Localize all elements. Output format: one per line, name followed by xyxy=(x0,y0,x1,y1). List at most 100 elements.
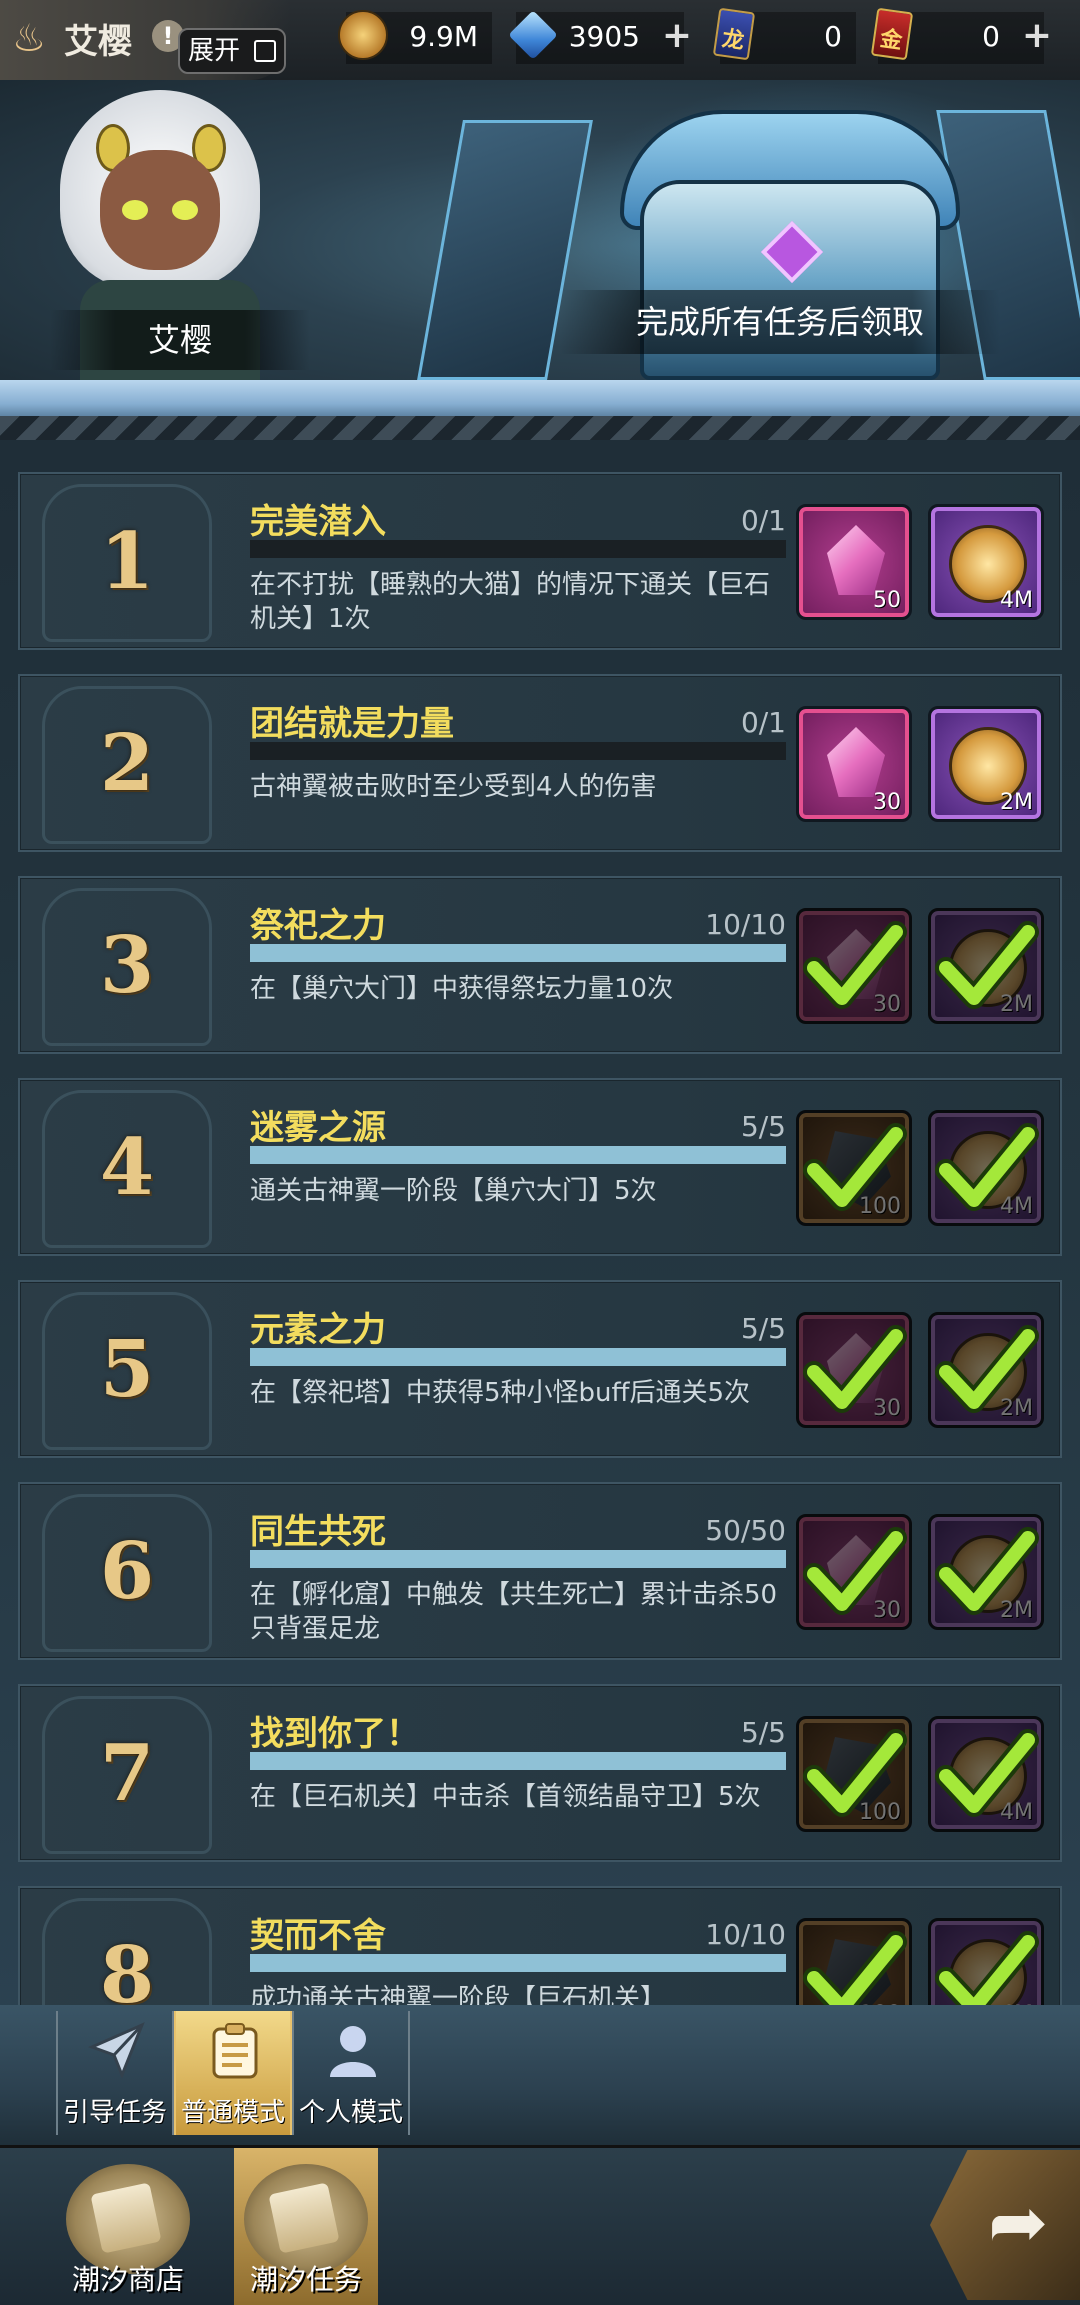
reward-amount: 2M xyxy=(1000,790,1033,815)
task-progress-bar xyxy=(250,1550,786,1568)
task-progress-fill xyxy=(250,944,786,962)
portrait-name: 艾樱 xyxy=(50,310,310,370)
task-number: 2 xyxy=(99,718,155,809)
task-progress-bar xyxy=(250,1348,786,1366)
pink-crystal-icon xyxy=(827,1535,885,1605)
add-crystal-button[interactable]: + xyxy=(662,18,692,54)
task-row[interactable]: 3 祭祀之力 10/10 在【巢穴大门】中获得祭坛力量10次 30 2M xyxy=(18,876,1062,1054)
tab-label: 个人模式 xyxy=(298,2098,403,2128)
task-progress-fill xyxy=(250,1348,786,1366)
dark-crystal-icon xyxy=(821,1939,891,2005)
task-row[interactable]: 5 元素之力 5/5 在【祭祀塔】中获得5种小怪buff后通关5次 30 2M xyxy=(18,1280,1062,1458)
task-row[interactable]: 4 迷雾之源 5/5 通关古神翼一阶段【巢穴大门】5次 100 4M xyxy=(18,1078,1062,1256)
task-description: 在不打扰【睡熟的大猫】的情况下通关【巨石机关】1次 xyxy=(250,570,771,634)
reward-slot[interactable]: 30 xyxy=(796,706,912,822)
reward-slot[interactable]: 30 xyxy=(796,908,912,1024)
clipboard-icon xyxy=(212,2023,258,2079)
pink-crystal-icon xyxy=(827,1333,885,1403)
gold-currency: 9.9M xyxy=(338,10,492,64)
gold-card-glyph: 金 xyxy=(878,26,904,55)
nav-tide-shop[interactable]: 潮汐商店 xyxy=(56,2148,200,2305)
expand-button[interactable]: 展开 xyxy=(178,28,286,74)
task-description: 在【巨石机关】中击杀【首领结晶守卫】5次 xyxy=(250,1782,761,1812)
reward-amount: 2M xyxy=(1000,992,1033,1017)
task-description: 在【祭祀塔】中获得5种小怪buff后通关5次 xyxy=(250,1378,750,1408)
reward-amount: 100 xyxy=(859,1194,901,1219)
mode-tab-bar: 引导任务 普通模式 个人模式 xyxy=(0,2005,1080,2145)
task-count: 10/10 xyxy=(705,908,786,941)
tab-normal-mode[interactable]: 普通模式 xyxy=(174,2011,292,2135)
reward-amount: 30 xyxy=(873,790,901,815)
reward-slot[interactable]: 2M xyxy=(928,908,1044,1024)
task-number: 8 xyxy=(99,1930,155,2005)
task-number: 5 xyxy=(99,1324,155,1415)
task-row[interactable]: 1 完美潜入 0/1 在不打扰【睡熟的大猫】的情况下通关【巨石机关】1次 50 4M xyxy=(18,472,1062,650)
gold-card-icon: 金 xyxy=(870,7,914,61)
task-count: 50/50 xyxy=(705,1514,786,1547)
reward-slot[interactable]: 2M xyxy=(928,1514,1044,1630)
reward-amount: 30 xyxy=(873,1598,901,1623)
reward-slot[interactable]: 100 xyxy=(796,1110,912,1226)
task-row[interactable]: 6 同生共死 50/50 在【孵化窟】中触发【共生死亡】累计击杀50只背蛋足龙 30 2M xyxy=(18,1482,1062,1660)
task-progress-bar xyxy=(250,1752,786,1770)
task-progress-bar xyxy=(250,1954,786,1972)
tab-personal-mode[interactable]: 个人模式 xyxy=(292,2011,410,2135)
task-title: 元素之力 xyxy=(250,1310,386,1350)
task-row[interactable]: 2 团结就是力量 0/1 古神翼被击败时至少受到4人的伤害 30 2M xyxy=(18,674,1062,852)
reward-slot[interactable]: 100 xyxy=(796,1716,912,1832)
crystal-currency: 3905 + xyxy=(508,10,692,64)
task-progress-bar xyxy=(250,944,786,962)
reward-slot[interactable]: 2M xyxy=(928,706,1044,822)
task-title: 找到你了！ xyxy=(250,1714,420,1754)
blue-crystal-icon xyxy=(508,10,558,60)
task-count: 0/1 xyxy=(740,504,786,537)
task-number: 3 xyxy=(99,920,155,1011)
blue-card-value: 0 xyxy=(824,20,842,53)
top-bar: ♨ 艾樱 ! 展开 9.9M 3905 + 龙 0 金 0 + xyxy=(0,0,1080,80)
nav-label: 潮汐商店 xyxy=(71,2263,184,2296)
task-progress-fill xyxy=(250,1954,786,1972)
task-count: 5/5 xyxy=(740,1110,786,1143)
task-row[interactable]: 8 契而不舍 10/10 成功通关古神翼一阶段【巨石机关】 1004M xyxy=(18,1886,1062,2005)
reward-slot[interactable]: 4M xyxy=(928,1110,1044,1226)
expand-icon xyxy=(254,40,276,62)
reward-slot[interactable]: 4M xyxy=(928,1918,1044,2005)
gold-medal-icon xyxy=(949,1939,1027,2005)
task-number: 1 xyxy=(99,516,155,607)
hero-name: 艾樱 xyxy=(64,22,132,62)
reward-slot[interactable]: 30 xyxy=(796,1514,912,1630)
portrait-face xyxy=(100,150,220,270)
person-icon xyxy=(330,2026,376,2077)
task-count: 10/10 xyxy=(705,1918,786,1951)
reward-amount: 2M xyxy=(1000,1396,1033,1421)
task-progress-fill xyxy=(250,1752,786,1770)
reward-slot[interactable]: 100 xyxy=(796,1918,912,2005)
reward-slot[interactable]: 4M xyxy=(928,1716,1044,1832)
add-gold-card-button[interactable]: + xyxy=(1022,18,1052,54)
task-progress-fill xyxy=(250,1146,786,1164)
task-title: 契而不舍 xyxy=(250,1916,386,1956)
bottom-nav: 潮汐商店 潮汐任务 xyxy=(0,2145,1080,2305)
reward-slot[interactable]: 4M xyxy=(928,504,1044,620)
reward-slot[interactable]: 30 xyxy=(796,1312,912,1428)
chest-label: 完成所有任务后领取 xyxy=(560,290,1000,354)
reward-slot[interactable]: 2M xyxy=(928,1312,1044,1428)
task-count: 5/5 xyxy=(740,1716,786,1749)
reward-amount: 30 xyxy=(873,992,901,1017)
reward-amount: 4M xyxy=(1000,588,1033,613)
blue-card-currency: 龙 0 xyxy=(712,7,856,64)
task-list[interactable]: 1 完美潜入 0/1 在不打扰【睡熟的大猫】的情况下通关【巨石机关】1次 50 4M 2 团结… xyxy=(0,440,1080,2005)
task-count: 5/5 xyxy=(740,1312,786,1345)
reward-amount: 30 xyxy=(873,1396,901,1421)
task-row[interactable]: 7 找到你了！ 5/5 在【巨石机关】中击杀【首领结晶守卫】5次 100 4M xyxy=(18,1684,1062,1862)
task-title: 同生共死 xyxy=(250,1512,386,1552)
reward-amount: 4M xyxy=(1000,1194,1033,1219)
task-progress-fill xyxy=(250,1550,786,1568)
tab-guide-tasks[interactable]: 引导任务 xyxy=(56,2011,174,2135)
reward-slot[interactable]: 50 xyxy=(796,504,912,620)
header-banner: 完成所有任务后领取 艾樱 xyxy=(0,80,1080,380)
task-description: 通关古神翼一阶段【巢穴大门】5次 xyxy=(250,1176,657,1206)
task-description: 成功通关古神翼一阶段【巨石机关】 xyxy=(250,1984,667,2005)
reward-amount: 100 xyxy=(859,1800,901,1825)
nav-tide-quest[interactable]: 潮汐任务 xyxy=(234,2148,378,2305)
